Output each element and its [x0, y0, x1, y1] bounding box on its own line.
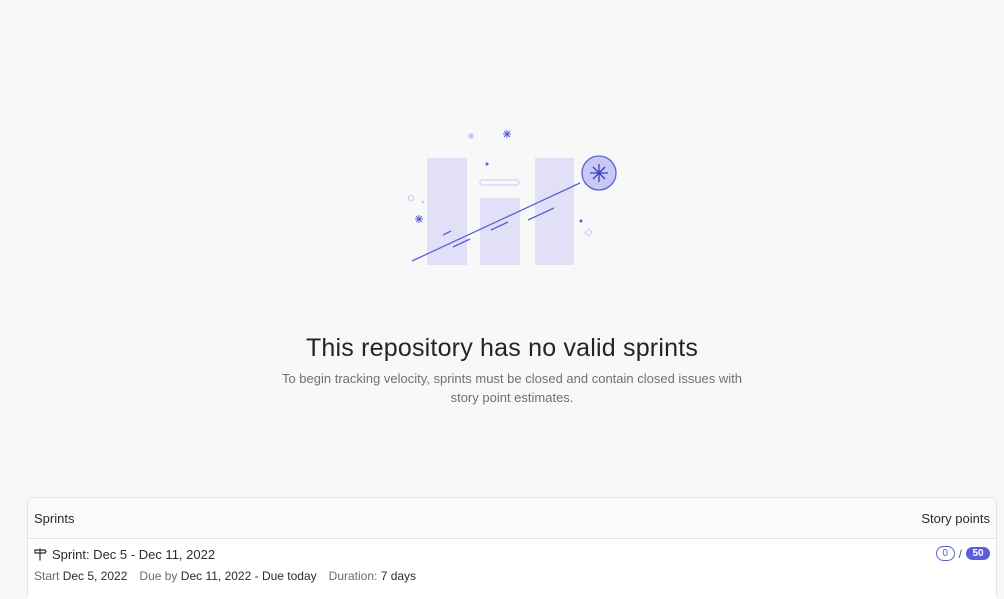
sprint-due-label: Due by	[139, 569, 178, 583]
sprint-start-value: Dec 5, 2022	[62, 569, 128, 583]
illustration-bar-right	[535, 158, 574, 265]
story-points-column-header: Story points	[921, 510, 990, 526]
story-points-total-badge: 50	[966, 547, 990, 560]
empty-state-title: This repository has no valid sprints	[305, 334, 699, 362]
sprint-meta: Start Dec 5, 2022 Due by Dec 11, 2022 - …	[34, 569, 416, 583]
sprint-duration-label: Duration:	[328, 569, 378, 583]
sprint-start: Start Dec 5, 2022	[34, 569, 127, 583]
illustration-bar-middle	[480, 198, 520, 265]
sprint-start-label: Start	[34, 569, 60, 583]
sprint-due: Due by Dec 11, 2022 - Due today	[139, 569, 316, 583]
sprints-panel-header: Sprints Story points	[28, 498, 996, 539]
sprints-panel: Sprints Story points Sprint: Dec 5 - Dec…	[27, 497, 997, 599]
story-points-separator: /	[958, 546, 962, 561]
story-points-completed-badge: 0	[935, 546, 955, 561]
sprint-duration: Duration: 7 days	[329, 569, 416, 583]
sprint-signpost-icon	[34, 548, 47, 561]
sprint-title[interactable]: Sprint: Dec 5 - Dec 11, 2022	[52, 547, 215, 562]
velocity-chart-illustration	[407, 130, 617, 265]
sprint-row[interactable]: Sprint: Dec 5 - Dec 11, 2022 Start Dec 5…	[28, 539, 996, 599]
sprints-column-header: Sprints	[34, 510, 75, 526]
empty-state-description: To begin tracking velocity, sprints must…	[281, 371, 743, 405]
story-points: 0 / 50	[935, 546, 990, 561]
illustration-floating-bar	[479, 179, 520, 186]
illustration-bar-left	[427, 158, 467, 265]
sprint-due-value: Dec 11, 2022 - Due today	[180, 569, 317, 583]
sprint-title-line: Sprint: Dec 5 - Dec 11, 2022	[34, 547, 215, 562]
sprint-duration-value: 7 days	[380, 569, 417, 583]
